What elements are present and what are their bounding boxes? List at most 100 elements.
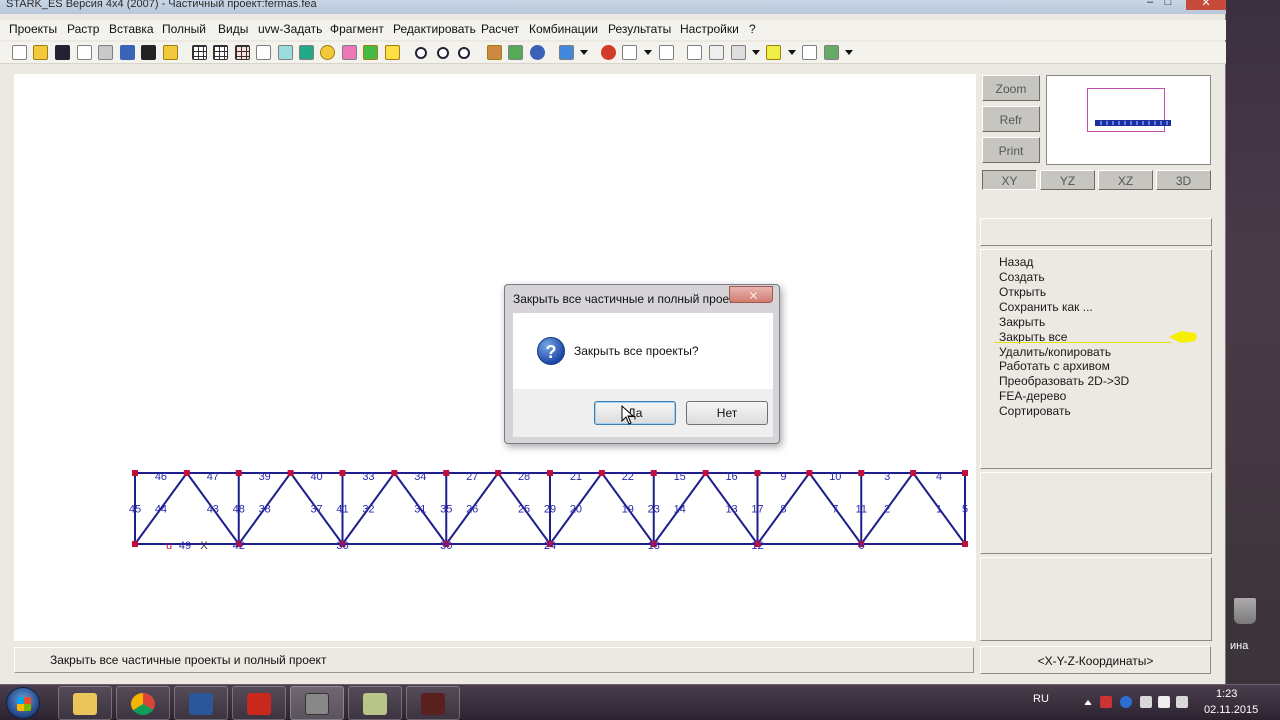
h-icon[interactable] xyxy=(385,45,400,60)
menu-edit[interactable]: Редактировать xyxy=(393,22,476,36)
menu-settings[interactable]: Настройки xyxy=(680,22,739,36)
display-icon[interactable] xyxy=(141,45,156,60)
layers-icon[interactable] xyxy=(278,45,293,60)
stop-icon[interactable] xyxy=(601,45,616,60)
drawing-canvas[interactable]: 46 47 39 40 33 34 27 28 21 22 15 16 9 10 3 4 45 44 43 48 38 3… xyxy=(14,74,976,641)
refresh-button[interactable]: Refr xyxy=(982,106,1040,132)
grid-3-icon[interactable] xyxy=(235,45,250,60)
tree-icon[interactable] xyxy=(508,45,523,60)
network-warning-icon[interactable] xyxy=(1100,696,1112,708)
taskbar-tool[interactable] xyxy=(406,686,460,720)
yes-button[interactable]: Да xyxy=(594,401,676,425)
table-dropdown-icon[interactable] xyxy=(644,50,652,58)
menu-insert[interactable]: Вставка xyxy=(109,22,154,36)
redo-icon[interactable] xyxy=(709,45,724,60)
taskbar-stark[interactable] xyxy=(290,686,344,720)
new-file-icon[interactable] xyxy=(12,45,27,60)
xyz-coordinates-button[interactable]: <X-Y-Z-Координаты> xyxy=(980,646,1211,674)
info-tray-icon[interactable] xyxy=(1120,696,1132,708)
dimension-icon[interactable] xyxy=(802,45,817,60)
taskbar-explorer[interactable] xyxy=(58,686,112,720)
cmd-create[interactable]: Создать xyxy=(999,270,1045,284)
tab-xz[interactable]: XZ xyxy=(1098,170,1153,190)
tab-yz[interactable]: YZ xyxy=(1040,170,1095,190)
paint-icon[interactable] xyxy=(824,45,839,60)
taskbar-notepad[interactable] xyxy=(348,686,402,720)
cmd-fea-tree[interactable]: FEA-дерево xyxy=(999,389,1066,403)
links-icon[interactable] xyxy=(659,45,674,60)
zoom-icon[interactable] xyxy=(415,47,427,59)
tab-3d[interactable]: 3D xyxy=(1156,170,1211,190)
taskbar-word[interactable] xyxy=(174,686,228,720)
recycle-bin-label: ина xyxy=(1230,640,1249,652)
copy-icon[interactable] xyxy=(98,45,113,60)
move-icon[interactable] xyxy=(363,45,378,60)
axes-icon[interactable] xyxy=(256,45,271,60)
cmd-save-as[interactable]: Сохранить как ... xyxy=(999,300,1093,314)
nodes-dropdown-icon[interactable] xyxy=(580,50,588,58)
undo-icon[interactable] xyxy=(687,45,702,60)
cmd-convert-2d-3d[interactable]: Преобразовать 2D->3D xyxy=(999,374,1129,388)
cmd-close[interactable]: Закрыть xyxy=(999,315,1045,329)
rotate-icon[interactable] xyxy=(731,45,746,60)
rotate-dropdown-icon[interactable] xyxy=(752,50,760,58)
language-indicator[interactable]: RU xyxy=(1033,693,1049,705)
table-edit-icon[interactable] xyxy=(622,45,637,60)
dialog-close-button[interactable] xyxy=(729,286,773,303)
clock-time[interactable]: 1:23 xyxy=(1216,688,1237,700)
close-button[interactable]: ✕ xyxy=(1186,0,1226,10)
menu-raster[interactable]: Растр xyxy=(67,22,99,36)
signal-icon[interactable] xyxy=(1158,696,1170,708)
cmd-delete-copy[interactable]: Удалить/копировать xyxy=(999,345,1111,359)
menu-fragment[interactable]: Фрагмент xyxy=(330,22,384,36)
bulb-icon[interactable] xyxy=(320,45,335,60)
menu-calc[interactable]: Расчет xyxy=(481,22,519,36)
select-icon[interactable] xyxy=(342,45,357,60)
cylinder-icon[interactable] xyxy=(299,45,314,60)
menu-projects[interactable]: Проекты xyxy=(9,22,57,36)
menu-uvw-set[interactable]: uvw-Задать xyxy=(258,22,322,36)
overview-preview[interactable] xyxy=(1046,75,1211,165)
start-button[interactable] xyxy=(6,687,40,719)
member-label: 13 xyxy=(725,504,737,516)
taskbar-chrome[interactable] xyxy=(116,686,170,720)
tab-xy[interactable]: XY xyxy=(982,170,1037,190)
highlight-icon[interactable] xyxy=(766,45,781,60)
paint-dropdown-icon[interactable] xyxy=(845,50,853,58)
cut-icon[interactable] xyxy=(77,45,92,60)
menu-combinations[interactable]: Комбинации xyxy=(529,22,598,36)
nodes-icon[interactable] xyxy=(559,45,574,60)
print-button[interactable]: Print xyxy=(982,137,1040,163)
device-icon[interactable] xyxy=(1140,696,1152,708)
dialog-message: Закрыть все проекты? xyxy=(574,344,699,358)
cmd-open[interactable]: Открыть xyxy=(999,285,1046,299)
grid-icon[interactable] xyxy=(192,45,207,60)
menu-help[interactable]: ? xyxy=(749,22,756,36)
grid-2-icon[interactable] xyxy=(213,45,228,60)
highlight-dropdown-icon[interactable] xyxy=(788,50,796,58)
zoom-button[interactable]: Zoom xyxy=(982,75,1040,101)
info-icon[interactable] xyxy=(530,45,545,60)
maximize-button[interactable]: □ xyxy=(1154,0,1182,10)
open-folder-icon[interactable] xyxy=(33,45,48,60)
sigma-icon[interactable] xyxy=(163,45,178,60)
menu-views[interactable]: Виды xyxy=(218,22,248,36)
cmd-back[interactable]: Назад xyxy=(999,255,1033,269)
menu-full[interactable]: Полный xyxy=(162,22,206,36)
save-icon[interactable] xyxy=(55,45,70,60)
show-hidden-icons-icon[interactable] xyxy=(1084,700,1092,705)
no-button[interactable]: Нет xyxy=(686,401,768,425)
cmd-sort[interactable]: Сортировать xyxy=(999,404,1071,418)
taskbar-acrobat[interactable] xyxy=(232,686,286,720)
menu-results[interactable]: Результаты xyxy=(608,22,671,36)
desktop-recycle-bin[interactable]: ина xyxy=(1226,590,1280,660)
volume-icon[interactable] xyxy=(1176,696,1188,708)
home-icon[interactable] xyxy=(487,45,502,60)
member-label: 38 xyxy=(259,504,271,516)
title-bar[interactable]: STARK_ES Версия 4x4 (2007) - Частичный п… xyxy=(0,0,1226,14)
zoom-out-icon[interactable] xyxy=(458,47,470,59)
monitor-icon[interactable] xyxy=(120,45,135,60)
clock-date[interactable]: 02.11.2015 xyxy=(1204,704,1258,716)
cmd-archive[interactable]: Работать с архивом xyxy=(999,359,1110,373)
zoom-in-icon[interactable] xyxy=(437,47,449,59)
